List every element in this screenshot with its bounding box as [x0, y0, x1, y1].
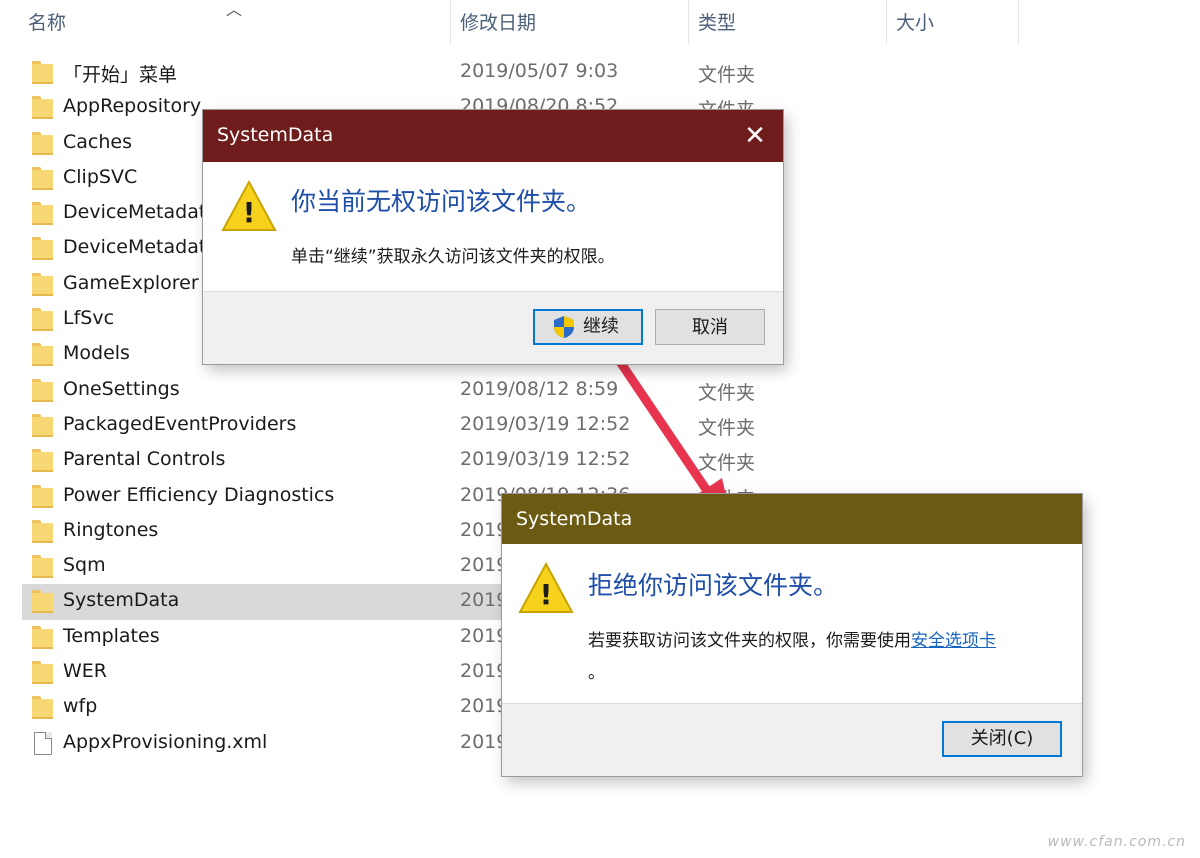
- folder-icon: [32, 413, 54, 437]
- file-date: 2019/08/12 8:59: [460, 377, 619, 400]
- file-name: Templates: [63, 624, 160, 647]
- column-header-type[interactable]: 类型: [698, 8, 736, 35]
- dialog-detail: 若要获取访问该文件夹的权限，你需要使用安全选项卡: [588, 626, 996, 651]
- dialog-detail-suffix: 。: [588, 663, 605, 683]
- folder-icon: [32, 202, 54, 226]
- folder-icon: [32, 96, 54, 120]
- file-name: PackagedEventProviders: [63, 412, 297, 435]
- file-name: AppRepository: [63, 95, 202, 118]
- file-name: wfp: [63, 695, 98, 718]
- file-date: 2019/05/07 9:03: [460, 60, 619, 82]
- column-header: ︿ 名称 修改日期 类型 大小: [0, 0, 1200, 44]
- file-name: ClipSVC: [63, 165, 138, 188]
- file-row[interactable]: OneSettings 2019/08/12 8:59 文件夹: [22, 373, 1200, 408]
- dialog-footer: 继续 取消: [203, 291, 783, 364]
- dialog-message: 拒绝你访问该文件夹。: [588, 571, 839, 600]
- folder-icon: [32, 484, 54, 508]
- folder-icon: [32, 272, 54, 296]
- folder-icon: [32, 449, 54, 473]
- folder-icon: [32, 378, 54, 402]
- file-name: WER: [63, 660, 107, 683]
- file-name: DeviceMetadat: [63, 201, 207, 224]
- file-name: AppxProvisioning.xml: [63, 730, 268, 753]
- file-name: LfSvc: [63, 307, 115, 330]
- folder-icon: [32, 661, 54, 685]
- file-name: SystemData: [63, 589, 180, 612]
- file-name: 「开始」菜单: [63, 64, 178, 86]
- file-type: 文件夹: [698, 381, 756, 404]
- file-name: Power Efficiency Diagnostics: [63, 483, 335, 506]
- dialog-title: SystemData: [516, 508, 633, 530]
- column-divider[interactable]: [886, 0, 887, 44]
- file-name: GameExplorer: [63, 271, 199, 294]
- dialog-titlebar[interactable]: SystemData ✕: [203, 110, 783, 162]
- close-button[interactable]: 关闭(C): [942, 721, 1062, 757]
- cancel-button[interactable]: 取消: [655, 309, 765, 345]
- file-date: 2019/03/19 12:52: [460, 448, 631, 471]
- folder-icon: [32, 696, 54, 720]
- folder-icon: [32, 343, 54, 367]
- continue-label: 继续: [583, 316, 619, 337]
- folder-icon: [32, 519, 54, 543]
- folder-icon: [32, 237, 54, 261]
- file-name: DeviceMetadat: [63, 236, 207, 259]
- folder-icon: [32, 590, 54, 614]
- file-icon: [32, 731, 54, 755]
- file-row[interactable]: 「开始」菜单 2019/05/07 9:03 文件夹: [22, 55, 1200, 90]
- close-icon[interactable]: ✕: [735, 116, 775, 156]
- column-divider[interactable]: [1018, 0, 1019, 44]
- folder-icon: [32, 555, 54, 579]
- folder-icon: [32, 625, 54, 649]
- file-name: Models: [63, 342, 130, 365]
- file-row[interactable]: Parental Controls 2019/03/19 12:52 文件夹: [22, 443, 1200, 478]
- dialog-titlebar[interactable]: SystemData: [502, 494, 1082, 544]
- folder-icon: [32, 308, 54, 332]
- file-name: OneSettings: [63, 377, 180, 400]
- dialog-title: SystemData: [217, 124, 334, 146]
- warning-icon: !: [221, 179, 277, 232]
- file-name: Caches: [63, 130, 132, 153]
- column-header-modified[interactable]: 修改日期: [460, 8, 536, 35]
- file-name: Sqm: [63, 554, 106, 577]
- file-type: 文件夹: [698, 64, 756, 86]
- column-header-size[interactable]: 大小: [896, 8, 934, 35]
- file-type: 文件夹: [698, 452, 756, 475]
- file-type: 文件夹: [698, 416, 756, 439]
- column-divider[interactable]: [450, 0, 451, 44]
- column-divider[interactable]: [688, 0, 689, 44]
- watermark: www.cfan.com.cn: [1047, 834, 1186, 850]
- dialog-footer: 关闭(C): [502, 703, 1082, 776]
- sort-ascending-icon: ︿: [226, 0, 243, 19]
- uac-shield-icon: [554, 316, 574, 338]
- folder-icon: [32, 131, 54, 155]
- access-denied-dialog: SystemData ! 拒绝你访问该文件夹。 若要获取访问该文件夹的权限，你需…: [502, 494, 1082, 776]
- dialog-detail: 单击“继续”获取永久访问该文件夹的权限。: [291, 247, 615, 267]
- folder-icon: [32, 166, 54, 190]
- file-row[interactable]: SystemData 2019: [22, 584, 508, 620]
- continue-button[interactable]: 继续: [533, 309, 643, 345]
- dialog-detail-text: 若要获取访问该文件夹的权限，你需要使用: [588, 631, 911, 651]
- folder-icon: [32, 61, 54, 84]
- security-tab-link[interactable]: 安全选项卡: [911, 631, 996, 651]
- file-date: 2019/03/19 12:52: [460, 412, 631, 435]
- column-header-name[interactable]: 名称: [28, 8, 66, 35]
- file-row[interactable]: PackagedEventProviders 2019/03/19 12:52 文件…: [22, 408, 1200, 443]
- dialog-message: 你当前无权访问该文件夹。: [291, 187, 592, 216]
- file-name: Ringtones: [63, 518, 159, 541]
- warning-icon: !: [518, 561, 574, 614]
- permission-dialog: SystemData ✕ ! 你当前无权访问该文件夹。 单击“继续”获取永久访问…: [203, 110, 783, 364]
- file-name: Parental Controls: [63, 448, 226, 471]
